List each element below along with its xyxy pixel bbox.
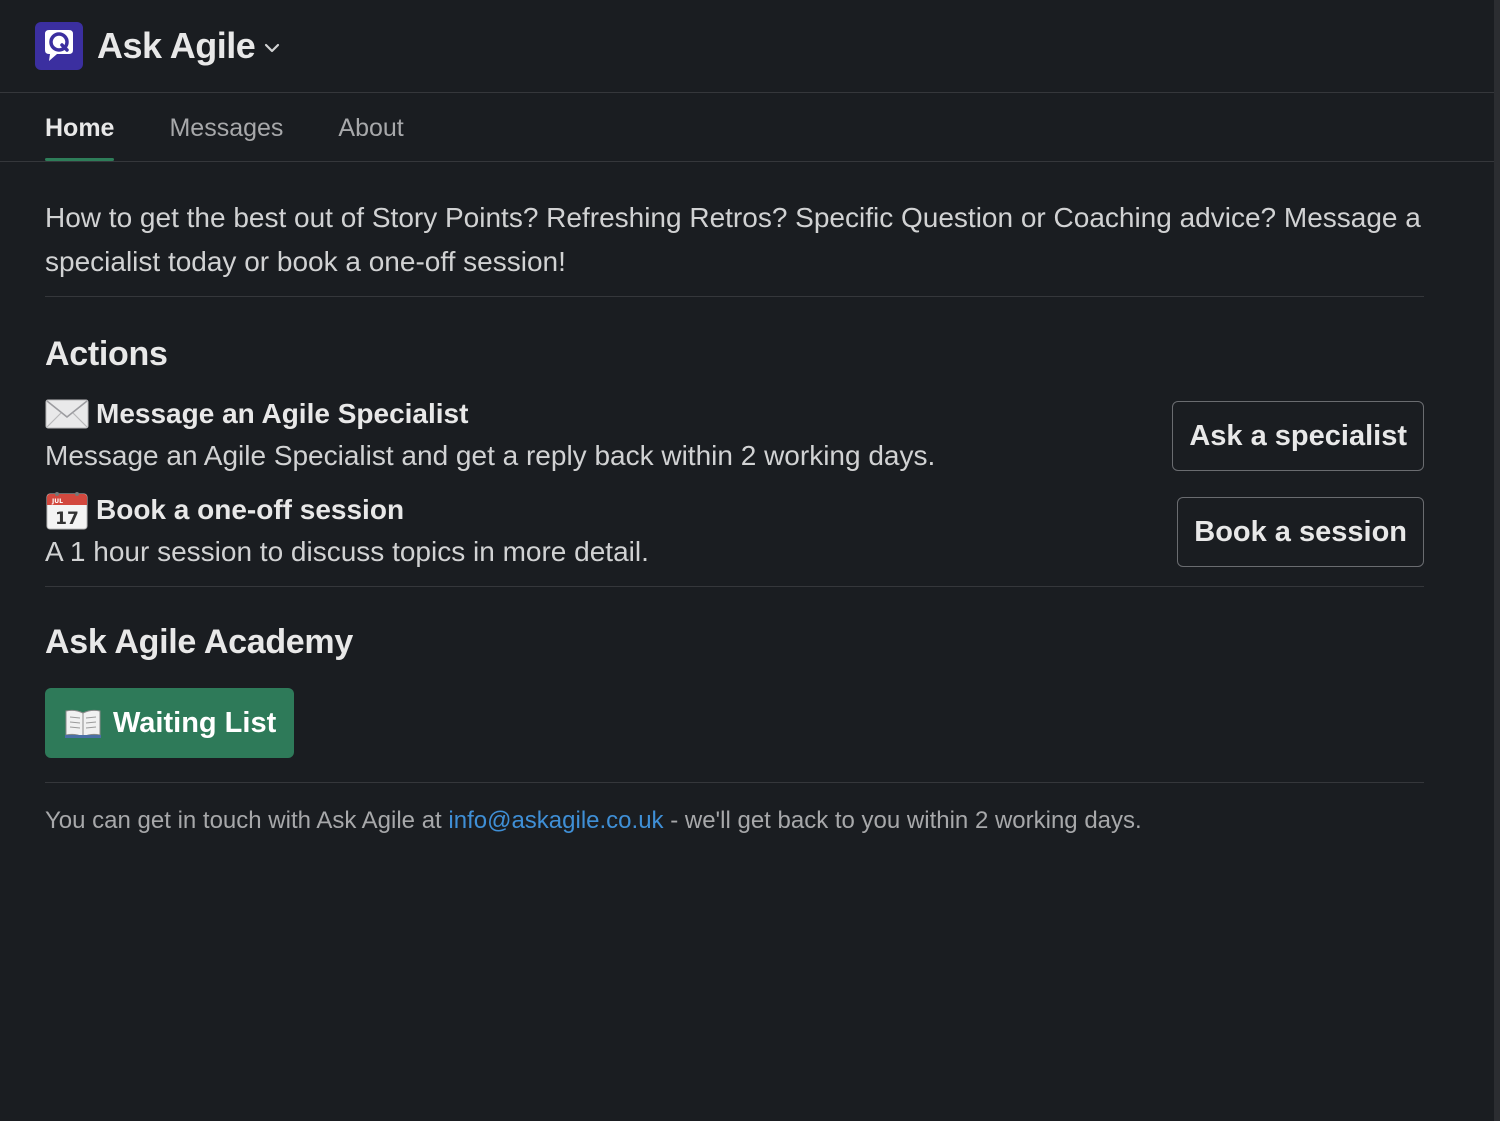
action-title: Message an Agile Specialist	[45, 394, 935, 434]
app-window: Ask Agile Home Messages About How to get…	[0, 0, 1500, 1121]
tab-about[interactable]: About	[338, 93, 403, 161]
intro-text: How to get the best out of Story Points?…	[45, 162, 1424, 297]
tab-bar: Home Messages About	[0, 93, 1494, 162]
academy-heading: Ask Agile Academy	[45, 623, 353, 661]
action-title-label: Message an Agile Specialist	[96, 398, 469, 429]
footer-prefix: You can get in touch with Ask Agile at	[45, 807, 442, 834]
action-message-specialist: Message an Agile Specialist Message an A…	[45, 394, 1424, 478]
home-content: How to get the best out of Story Points?…	[0, 162, 1424, 835]
open-book-icon	[63, 707, 103, 739]
tab-home[interactable]: Home	[45, 93, 115, 161]
section-divider	[45, 586, 1424, 587]
book-session-button[interactable]: Book a session	[1177, 497, 1424, 567]
waiting-list-label: Waiting List	[113, 706, 277, 739]
calendar-day: 17	[55, 509, 79, 529]
calendar-month: JUL	[51, 498, 63, 505]
action-text: JUL 17 Book a one-off session A 1 hour s…	[45, 490, 649, 574]
chevron-down-icon[interactable]	[263, 39, 281, 57]
app-title[interactable]: Ask Agile	[97, 25, 256, 67]
action-description: Message an Agile Specialist and get a re…	[45, 440, 936, 471]
action-text: Message an Agile Specialist Message an A…	[45, 394, 935, 478]
footer-suffix: - we'll get back to you within 2 working…	[670, 807, 1142, 834]
action-description: A 1 hour session to discuss topics in mo…	[45, 536, 649, 567]
ask-specialist-button[interactable]: Ask a specialist	[1172, 401, 1424, 471]
action-book-session: JUL 17 Book a one-off session A 1 hour s…	[45, 490, 1424, 574]
action-title: JUL 17 Book a one-off session	[45, 490, 649, 530]
actions-heading: Actions	[45, 335, 168, 373]
envelope-icon	[45, 394, 89, 434]
app-header: Ask Agile	[0, 0, 1494, 93]
tab-messages[interactable]: Messages	[169, 93, 283, 161]
calendar-icon: JUL 17	[45, 490, 89, 530]
waiting-list-button[interactable]: Waiting List	[45, 688, 295, 758]
contact-footer: You can get in touch with Ask Agile at i…	[45, 783, 1354, 835]
ask-agile-logo-icon	[35, 22, 83, 70]
contact-email-link[interactable]: info@askagile.co.uk	[448, 807, 663, 834]
action-title-label: Book a one-off session	[96, 494, 405, 525]
